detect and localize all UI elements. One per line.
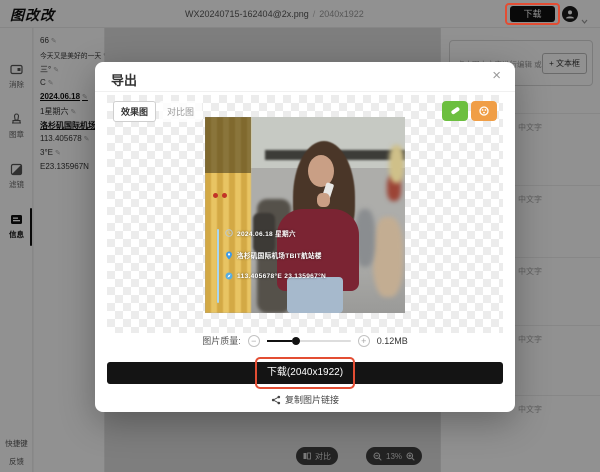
clock-icon xyxy=(225,229,233,237)
compass-icon xyxy=(225,272,233,280)
preview-area: 效果图 对比图 xyxy=(107,95,503,333)
watermark-location-row: 洛杉矶国际机场TBIT航站楼 xyxy=(225,250,322,260)
quality-plus-button[interactable]: + xyxy=(358,335,370,347)
tab-compare[interactable]: 对比图 xyxy=(159,101,202,122)
app-root: 图改改 WX20240715-162404@2x.png/2040x1922 下… xyxy=(0,0,600,472)
quality-slider[interactable] xyxy=(267,340,351,342)
location-pin-icon xyxy=(225,251,233,260)
annotation-highlight-dialog-download xyxy=(255,357,355,389)
info-accent-bar xyxy=(217,229,219,303)
slider-handle[interactable] xyxy=(292,337,300,345)
file-size: 0.12MB xyxy=(377,336,408,346)
preview-image: 2024.06.18 星期六 洛杉矶国际机场TBIT航站楼 113.405678… xyxy=(205,117,405,313)
brush-icon xyxy=(449,105,461,117)
palette-icon xyxy=(478,105,490,117)
watermark-date-row: 2024.06.18 星期六 xyxy=(225,228,296,238)
quality-label: 图片质量: xyxy=(202,334,241,347)
quality-row: 图片质量: − + 0.12MB xyxy=(95,334,515,347)
quality-minus-button[interactable]: − xyxy=(248,335,260,347)
copy-image-link[interactable]: 复制图片链接 xyxy=(95,393,515,406)
theme-green-button[interactable] xyxy=(442,101,468,121)
watermark-coords-row: 113.405678°E 23.135967°N xyxy=(225,272,326,280)
share-icon xyxy=(271,395,281,405)
preview-tabs: 效果图 对比图 xyxy=(113,101,202,122)
tab-effect[interactable]: 效果图 xyxy=(113,101,156,122)
export-dialog: 导出 × 效果图 对比图 xyxy=(95,62,515,412)
dialog-header: 导出 × xyxy=(95,62,515,92)
annotation-highlight-download xyxy=(505,3,560,25)
dialog-title: 导出 xyxy=(111,70,137,89)
theme-palette-button[interactable] xyxy=(471,101,497,121)
close-icon[interactable]: × xyxy=(492,68,501,83)
